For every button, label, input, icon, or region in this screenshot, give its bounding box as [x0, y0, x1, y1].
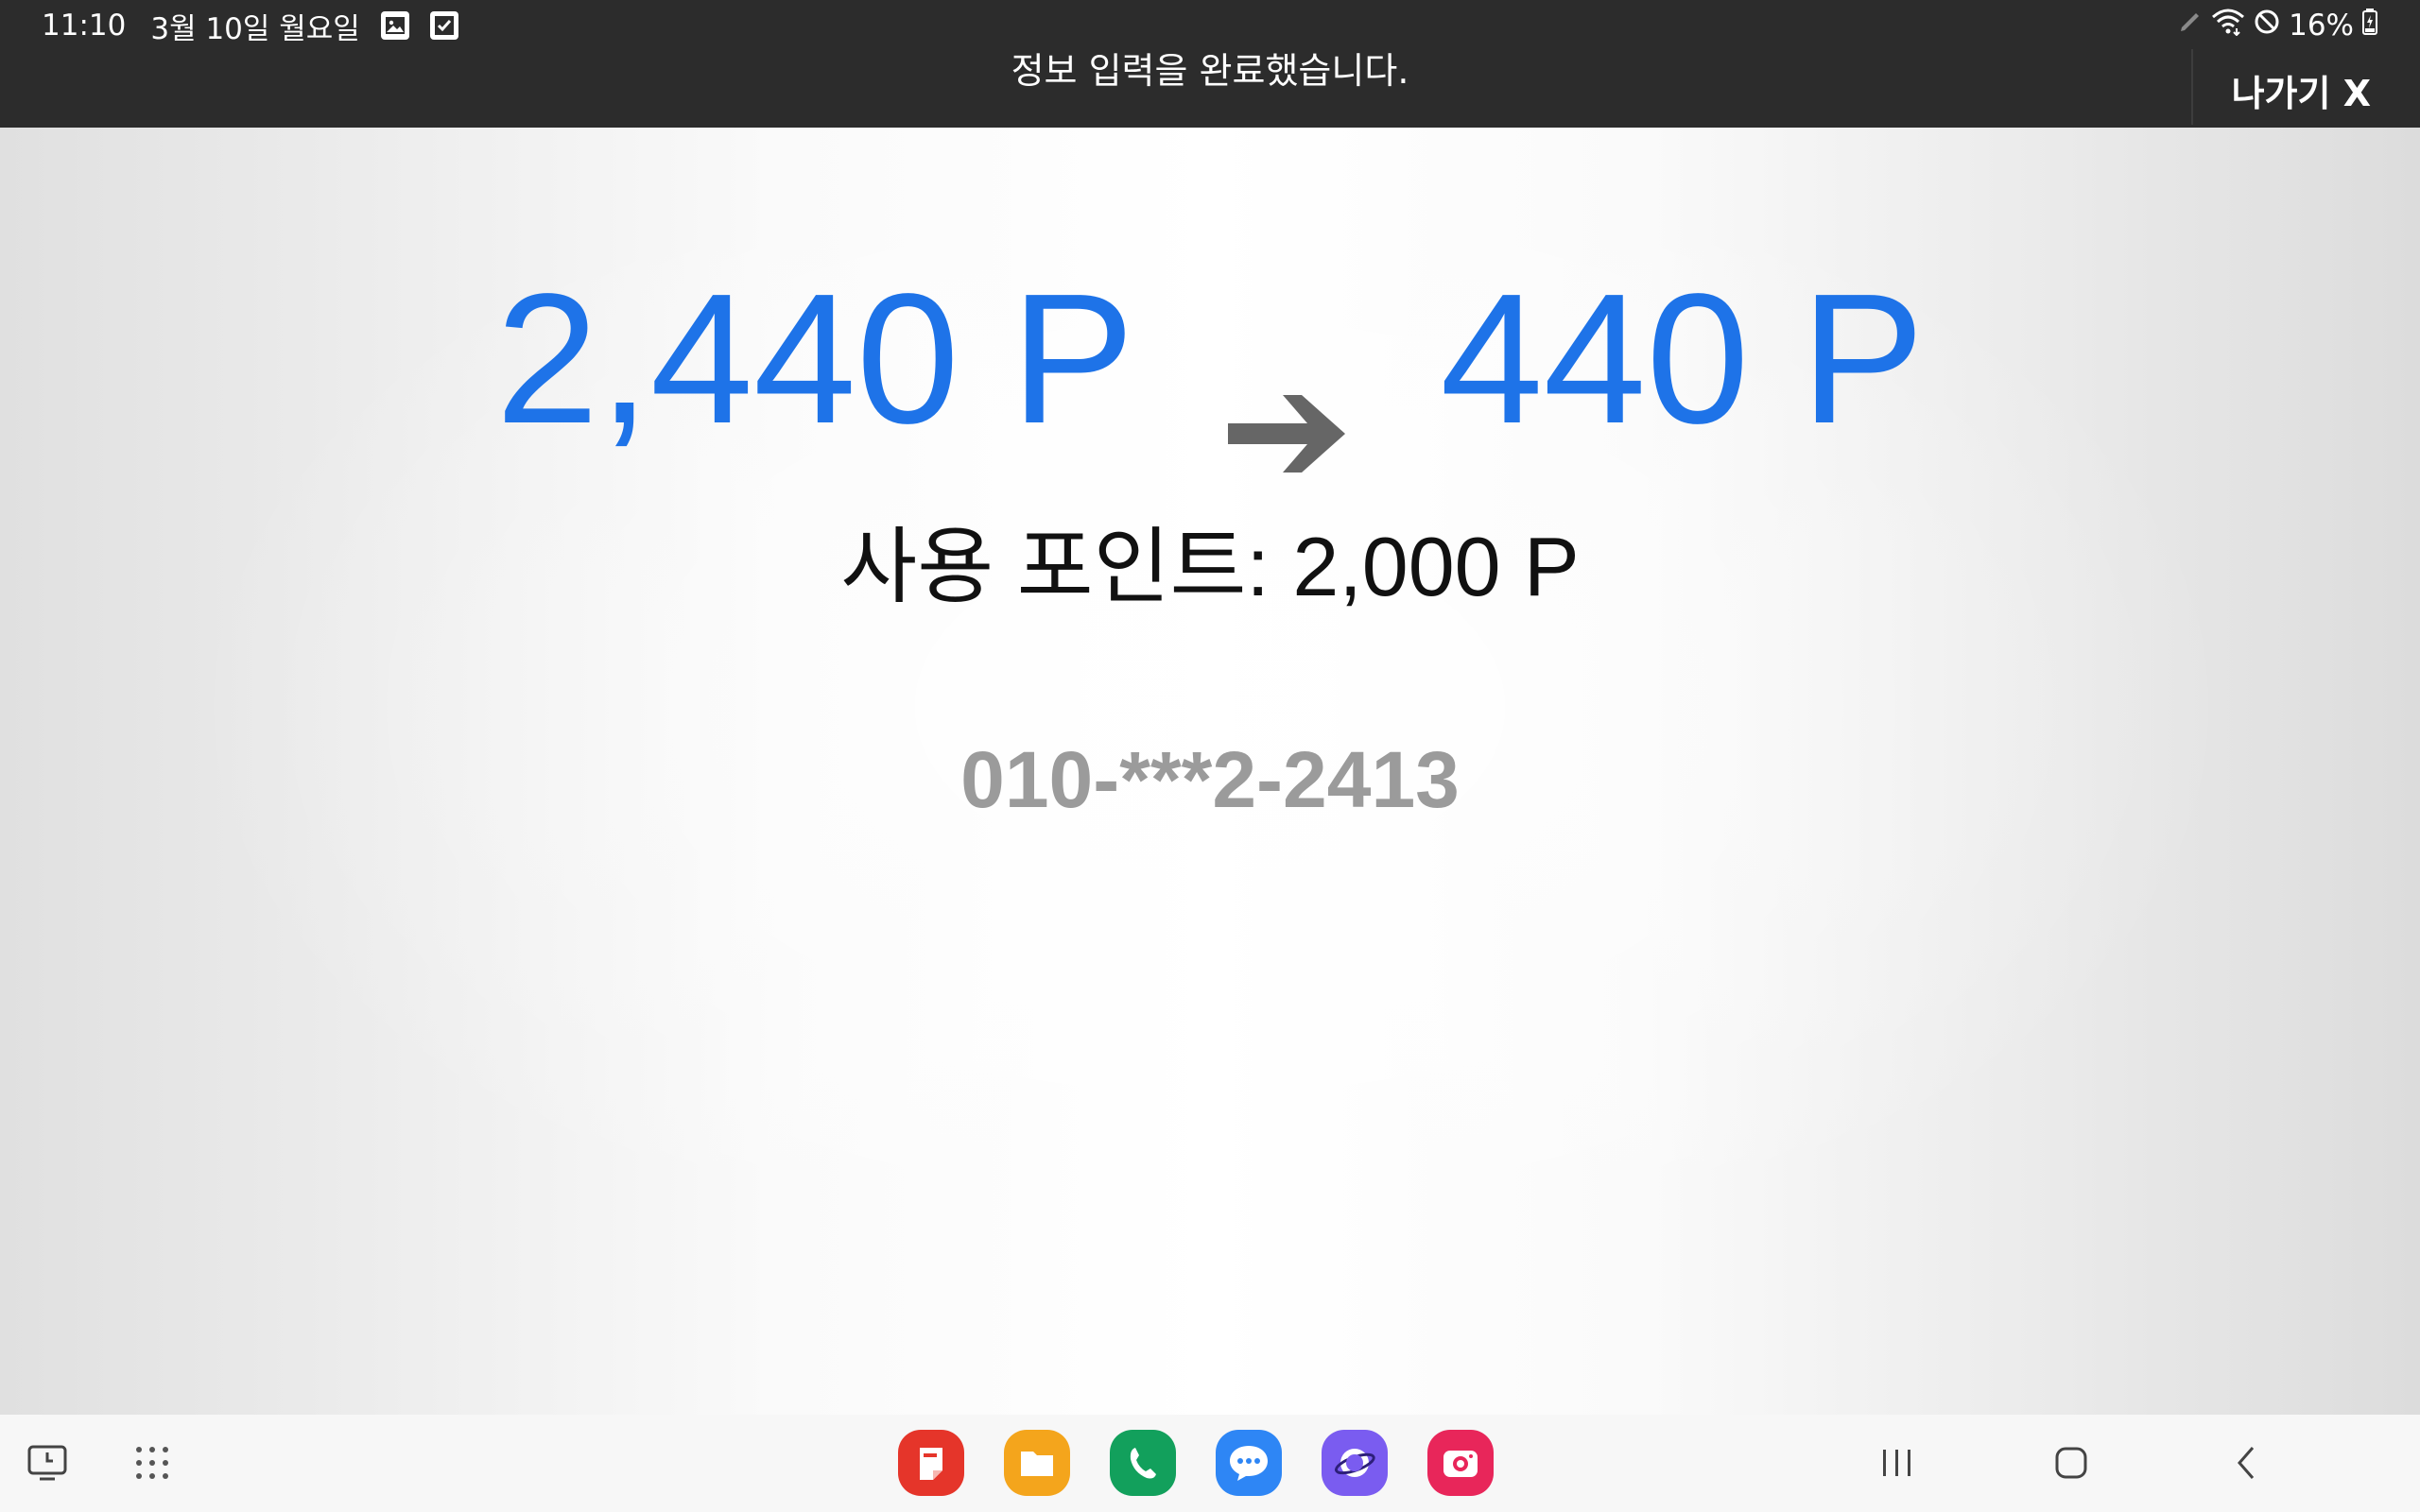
app-dock — [898, 1430, 1494, 1496]
arrow-right-icon — [1227, 314, 1351, 473]
used-points: 사용 포인트: 2,000 P — [840, 520, 1580, 613]
back-button[interactable] — [2223, 1439, 2271, 1486]
exit-button[interactable]: 나가기 X — [2232, 64, 2371, 116]
recent-apps-button[interactable] — [1874, 1439, 1921, 1486]
samsung-internet-icon[interactable] — [1322, 1430, 1388, 1496]
status-date: 3월 10일 월요일 — [150, 11, 360, 46]
top-bar: 11:10 3월 10일 월요일 16% 정보 입력을 완료했습니다. 나가기 … — [0, 0, 2420, 128]
apps-grid-icon[interactable] — [129, 1439, 176, 1486]
my-files-icon[interactable] — [1004, 1430, 1070, 1496]
camera-app-icon[interactable] — [1427, 1430, 1494, 1496]
samsung-notes-icon[interactable] — [898, 1430, 964, 1496]
gallery-notification-icon — [380, 11, 409, 40]
pen-icon — [2177, 9, 2204, 43]
recent-screen-icon[interactable] — [25, 1439, 72, 1486]
phone-app-icon[interactable] — [1110, 1430, 1176, 1496]
screen: 11:10 3월 10일 월요일 16% 정보 입력을 완료했습니다. 나가기 … — [0, 0, 2420, 1512]
points-change-row: 2,440 P 440 P — [0, 250, 2420, 473]
points-after: 440 P — [1440, 255, 1925, 462]
navigation-bar — [0, 1415, 2420, 1512]
points-result-panel: 2,440 P 440 P 사용 포인트: 2,000 P 010-***2-2… — [0, 128, 2420, 1415]
battery-charging-icon — [2361, 8, 2378, 43]
status-time: 11:10 — [42, 9, 127, 43]
home-button[interactable] — [2048, 1439, 2095, 1486]
wifi-icon — [2211, 8, 2245, 43]
exit-divider — [2191, 49, 2193, 125]
points-before: 2,440 P — [495, 255, 1132, 462]
completion-message: 정보 입력을 완료했습니다. — [1011, 50, 1409, 92]
do-not-disturb-icon — [2253, 8, 2281, 43]
checklist-notification-icon — [429, 11, 458, 40]
masked-phone-number: 010-***2-2413 — [960, 735, 1460, 824]
battery-level: 16% — [2289, 9, 2354, 43]
messages-app-icon[interactable] — [1216, 1430, 1282, 1496]
